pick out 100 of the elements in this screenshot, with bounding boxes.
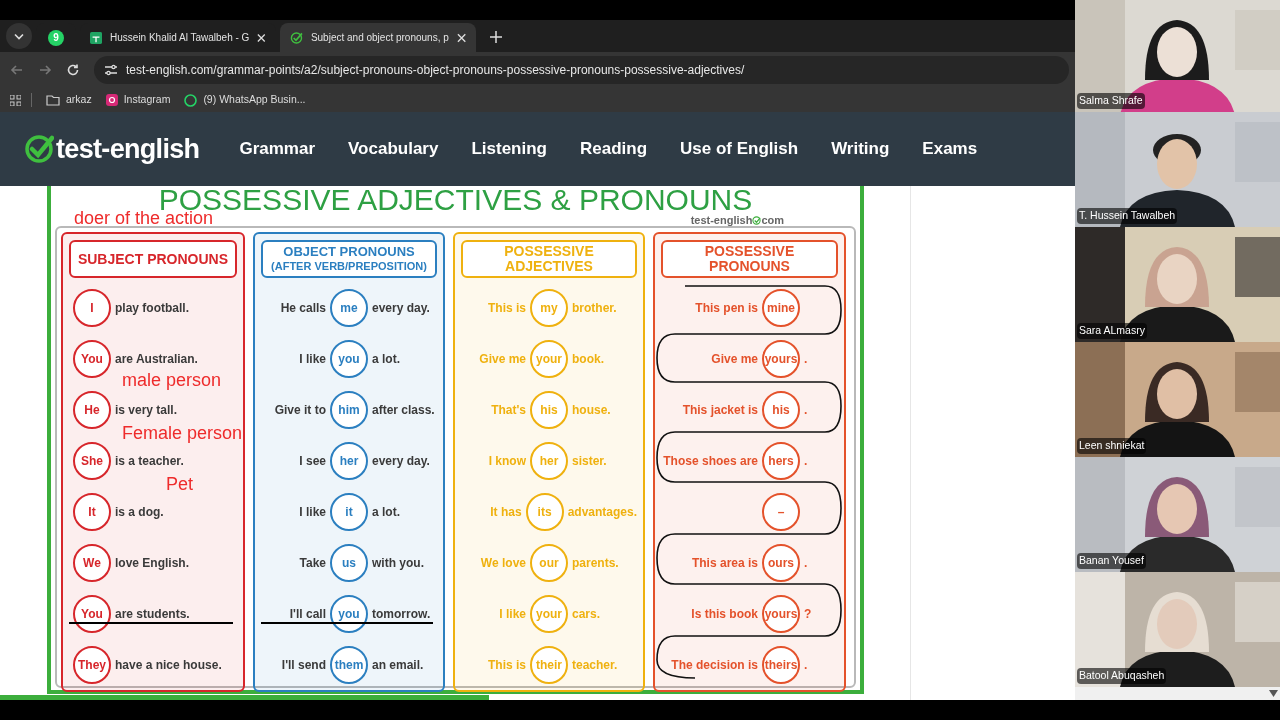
brand-text: test-english	[690, 212, 753, 228]
sentence-text: an email.	[372, 656, 425, 674]
sentence-text: Take	[298, 554, 326, 572]
sentence-text: Give it to	[273, 401, 326, 419]
close-icon[interactable]	[257, 32, 266, 43]
circled-word: yours	[762, 594, 800, 633]
bookmark-item[interactable]: Instagram	[105, 92, 171, 108]
circled-word: her	[530, 441, 568, 480]
circled-word: them	[330, 645, 368, 684]
check-logo-icon	[24, 134, 54, 164]
sentence-text: have a nice house.	[115, 656, 223, 674]
nav-link[interactable]: Listening	[471, 136, 547, 162]
nav-link[interactable]: Vocabulary	[348, 136, 439, 162]
circled-word: me	[330, 288, 368, 327]
sentence-text: are Australian.	[115, 350, 199, 368]
address-field[interactable]: test-english.com/grammar-points/a2/subject-pronouns-object-pronouns-possessive-pronouns-possessive-adjectives/	[94, 56, 1069, 84]
sentence-text: tomorrow.	[372, 605, 432, 623]
column-header: POSSESSIVE ADJECTIVES	[461, 240, 637, 278]
spreadsheet-icon[interactable]	[90, 30, 103, 45]
close-icon[interactable]	[456, 32, 466, 43]
participant-name: Batool Abuqasheh	[1077, 668, 1167, 684]
sentence-text: every day.	[372, 452, 431, 470]
sentence-text: a lot.	[372, 503, 401, 521]
sentence-text: advantages.	[567, 503, 637, 521]
annotation-text: male person	[122, 370, 222, 390]
circled-word: ours	[762, 543, 800, 582]
nav-link[interactable]: Writing	[831, 136, 890, 162]
folder-icon[interactable]	[46, 94, 60, 106]
circled-word: its	[525, 492, 564, 531]
sentence-text: It has	[489, 503, 522, 521]
apps-grid-icon[interactable]	[10, 94, 21, 106]
chat-bubble-icon[interactable]	[184, 93, 198, 107]
site-logo[interactable]: test-english	[56, 128, 200, 170]
sentence-text: with you.	[372, 554, 425, 572]
tab-title: Subject and object pronouns, p	[310, 31, 449, 45]
annotation-text: Pet	[166, 474, 194, 494]
sentence-text: brother.	[572, 299, 618, 317]
bookmark-item[interactable]: (9) WhatsApp Busin...	[184, 92, 306, 108]
sentence-text: are students.	[115, 605, 191, 623]
url-text: test-english.com/grammar-points/a2/subject-pronouns-object-pronouns-possessive-pronouns-possessive-adjectives/	[126, 62, 745, 79]
chevron-down-icon[interactable]	[14, 32, 24, 40]
sentence-text: This pen is	[694, 299, 758, 317]
site-info-icon[interactable]	[104, 64, 118, 76]
participant-name: Leen shniekat	[1077, 438, 1147, 454]
forward-icon[interactable]	[38, 63, 52, 77]
sentence-text: .	[804, 350, 809, 368]
sentence-text: I like	[298, 350, 326, 368]
whatsapp-badge: 9	[48, 29, 64, 46]
sentence-text: I like	[498, 605, 526, 623]
circled-word: her	[330, 441, 368, 480]
sentence-text: is very tall.	[115, 401, 179, 419]
sentence-text: love English.	[115, 554, 190, 572]
column-header: POSSESSIVE PRONOUNS	[661, 240, 838, 278]
sentence-text: This area is	[690, 554, 758, 572]
browser-tab[interactable]: Subject and object pronouns, p	[280, 23, 476, 52]
circled-word: She	[73, 441, 111, 480]
circled-word: They	[73, 645, 111, 684]
circled-word: He	[73, 390, 111, 429]
sentence-text: He calls	[279, 299, 326, 317]
sentence-text: I see	[298, 452, 326, 470]
annotation-text: Female person	[122, 423, 243, 443]
bookmark-item[interactable]: arkaz	[46, 92, 92, 108]
sentence-text: Give me	[478, 350, 526, 368]
sentence-text: after class.	[372, 401, 436, 419]
sentence-text: teacher.	[572, 656, 619, 674]
nav-link[interactable]: Reading	[580, 136, 648, 162]
tab-list-button[interactable]	[6, 23, 32, 49]
sentence-text: That's	[490, 401, 526, 419]
sentence-text: house.	[572, 401, 612, 419]
sentence-text: This is	[487, 656, 526, 674]
circled-word: hers	[762, 441, 800, 480]
circled-word: it	[330, 492, 368, 531]
circled-word: your	[530, 339, 568, 378]
sentence-text: .	[804, 554, 809, 572]
nav-link[interactable]: Exams	[922, 136, 978, 162]
sentence-text: This jacket is	[681, 401, 758, 419]
nav-link[interactable]: Use of English	[680, 136, 799, 162]
scroll-down-icon[interactable]	[1269, 690, 1278, 697]
circled-word: You	[73, 594, 111, 633]
sentence-text: I know	[487, 452, 526, 470]
back-icon[interactable]	[10, 63, 24, 77]
circled-word: you	[330, 339, 368, 378]
participant-name: Banan Yousef	[1077, 553, 1146, 569]
sentence-text: I'll call	[288, 605, 326, 623]
camera-icon[interactable]	[105, 94, 118, 106]
circled-word: We	[73, 543, 111, 582]
column-header: SUBJECT PRONOUNS	[69, 240, 237, 278]
circled-word: my	[530, 288, 568, 327]
new-tab-icon[interactable]	[490, 31, 502, 43]
sentence-text: I'll send	[280, 656, 326, 674]
sentence-text: I like	[298, 503, 326, 521]
participant-name: Salma Shrafe	[1077, 93, 1145, 109]
participant-name: T. Hussein Tawalbeh	[1077, 208, 1178, 224]
check-icon[interactable]	[290, 30, 303, 45]
circled-word: their	[530, 645, 568, 684]
circled-word: our	[530, 543, 568, 582]
scrollbar[interactable]	[1075, 687, 1280, 700]
reload-icon[interactable]	[66, 63, 80, 77]
nav-link[interactable]: Grammar	[239, 136, 316, 162]
tab-title: Hussein Khalid Al Tawalbeh - G	[110, 31, 250, 45]
